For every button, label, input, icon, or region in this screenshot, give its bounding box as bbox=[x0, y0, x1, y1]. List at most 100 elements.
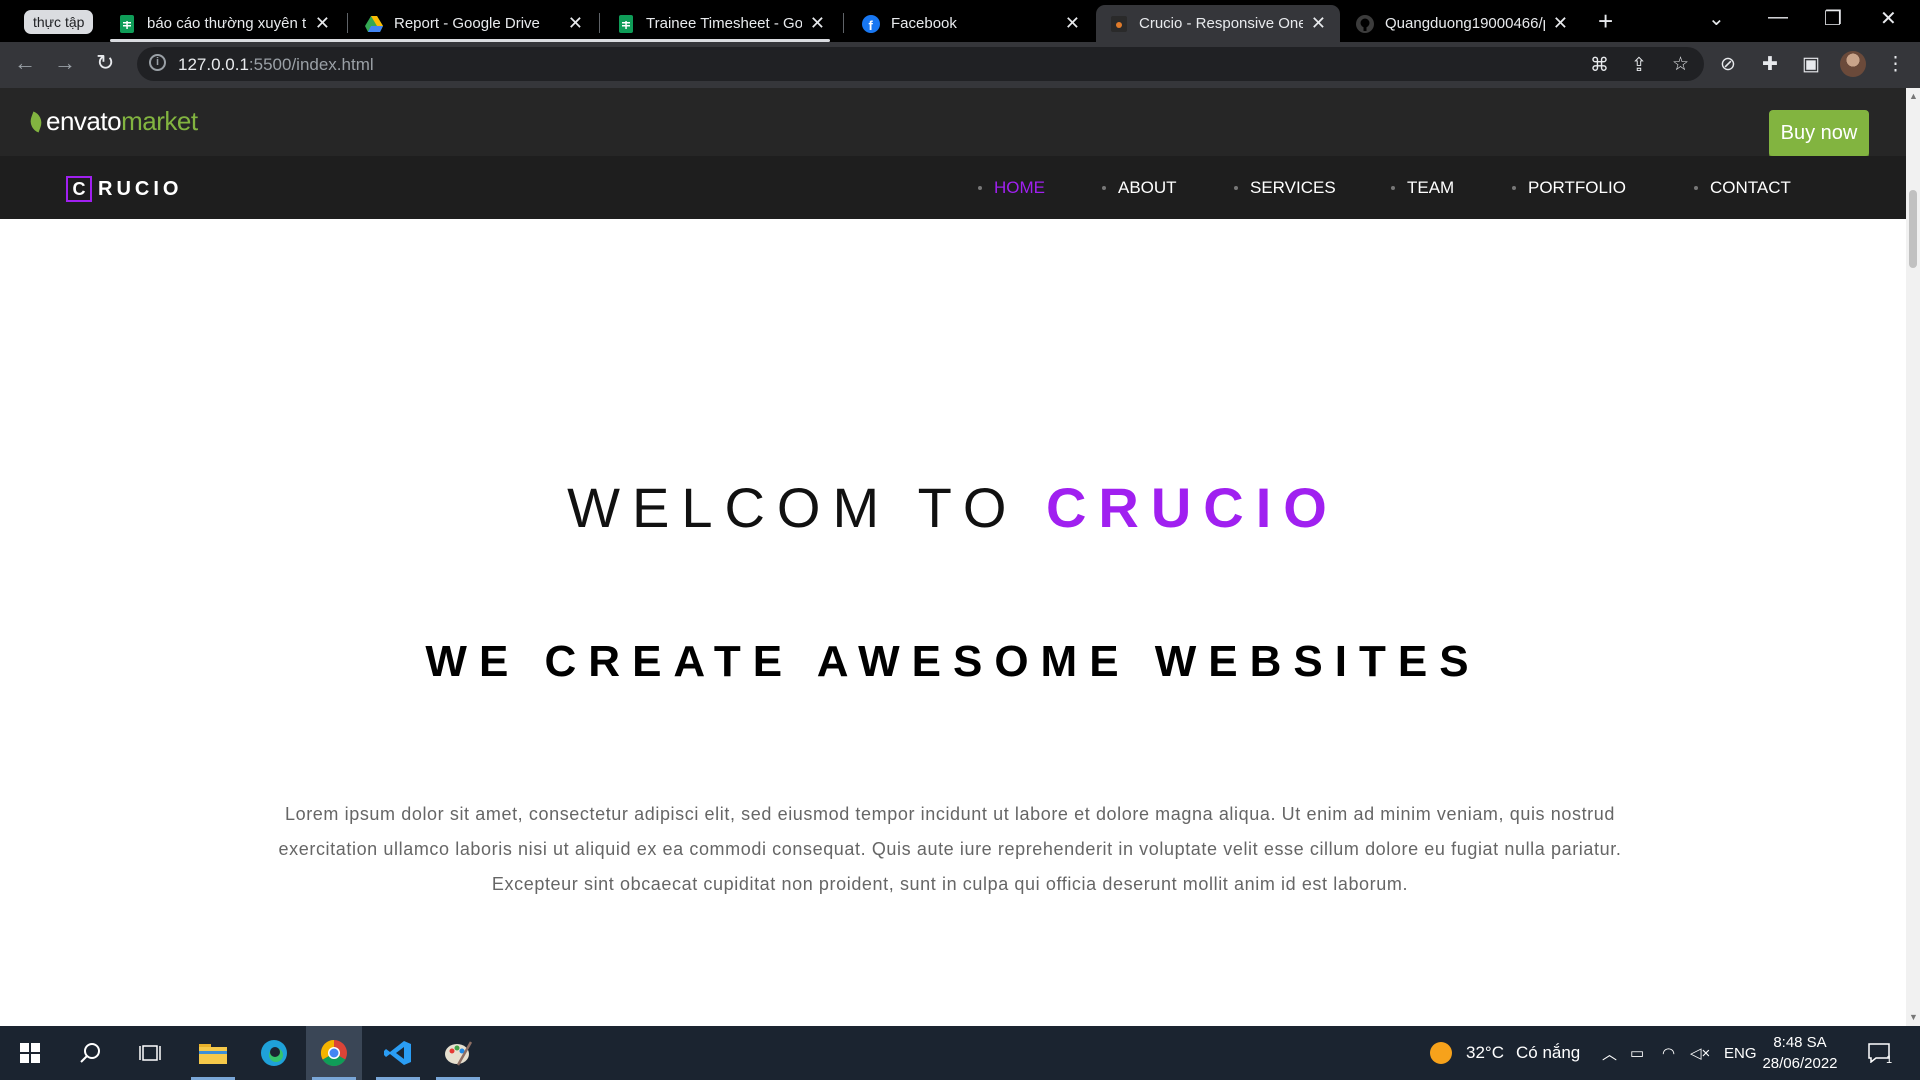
wifi-icon[interactable]: ◠ bbox=[1662, 1026, 1675, 1080]
tab-title: Quangduong19000466/p bbox=[1385, 15, 1545, 32]
profile-avatar[interactable] bbox=[1840, 51, 1866, 77]
brand-name: RUCIO bbox=[98, 177, 183, 200]
clock-time: 8:48 SA bbox=[1773, 1034, 1827, 1051]
drive-icon bbox=[365, 15, 383, 33]
bullet-icon bbox=[1102, 186, 1106, 190]
sun-icon bbox=[1430, 1042, 1452, 1064]
speaker-muted-icon[interactable]: ◁× bbox=[1690, 1026, 1710, 1080]
reload-button[interactable]: ↻ bbox=[96, 50, 114, 76]
close-icon[interactable]: ✕ bbox=[1065, 13, 1080, 34]
tab-bao-cao[interactable]: báo cáo thường xuyên th ✕ bbox=[104, 5, 344, 42]
scroll-down-arrow-icon[interactable]: ▼ bbox=[1909, 1012, 1918, 1022]
translate-icon[interactable]: ⌘ bbox=[1590, 54, 1609, 77]
forward-button[interactable]: → bbox=[54, 50, 76, 76]
chrome-icon[interactable] bbox=[306, 1026, 362, 1080]
close-window-button[interactable]: ✕ bbox=[1880, 6, 1897, 31]
extensions-puzzle-icon[interactable]: ✚ bbox=[1762, 53, 1778, 76]
url-host: 127.0.0.1 bbox=[178, 55, 249, 74]
address-bar[interactable]: i 127.0.0.1:5500/index.html ⌘ ⇪ ☆ bbox=[137, 47, 1704, 81]
compass-extension-icon[interactable]: ⊘ bbox=[1720, 53, 1736, 76]
hero-subheading: WE CREATE AWESOME WEBSITES bbox=[425, 637, 1481, 686]
site-navbar: C RUCIO HOME ABOUT SERVICES TEAM PORTFOL… bbox=[0, 156, 1906, 219]
crucio-icon bbox=[1110, 15, 1128, 33]
notification-center-icon[interactable]: 1 bbox=[1868, 1026, 1892, 1080]
nav-label: CONTACT bbox=[1710, 178, 1791, 197]
close-icon[interactable]: ✕ bbox=[1311, 13, 1326, 34]
sheets-icon bbox=[617, 14, 635, 33]
facebook-icon: f bbox=[862, 14, 880, 33]
tab-search-chevron-icon[interactable]: ⌄ bbox=[1708, 6, 1725, 31]
envato-logo[interactable]: envato market bbox=[27, 106, 198, 137]
tab-separator bbox=[843, 13, 844, 33]
tab-group-label[interactable]: thực tập bbox=[24, 10, 94, 34]
system-clock[interactable]: 8:48 SA 28/06/2022 bbox=[1752, 1032, 1848, 1074]
tab-title: Facebook bbox=[891, 15, 957, 32]
buy-now-button[interactable]: Buy now bbox=[1769, 110, 1869, 156]
bullet-icon bbox=[1234, 186, 1238, 190]
nav-home[interactable]: HOME bbox=[978, 178, 1045, 198]
tab-separator bbox=[347, 13, 348, 33]
url-text[interactable]: 127.0.0.1:5500/index.html bbox=[178, 55, 374, 75]
github-icon bbox=[1356, 14, 1374, 33]
minimize-button[interactable]: — bbox=[1768, 6, 1788, 29]
envato-bar: envato market Buy now bbox=[0, 88, 1906, 156]
envato-leaf-icon bbox=[27, 110, 45, 133]
restore-button[interactable]: ❐ bbox=[1824, 6, 1842, 31]
welcome-accent: CRUCIO bbox=[1045, 476, 1339, 539]
weather-temp: 32°C bbox=[1466, 1043, 1504, 1062]
vscode-icon[interactable] bbox=[370, 1026, 426, 1080]
edge-icon[interactable] bbox=[246, 1026, 302, 1080]
scrollbar-thumb[interactable] bbox=[1909, 190, 1917, 268]
bullet-icon bbox=[1512, 186, 1516, 190]
nav-services[interactable]: SERVICES bbox=[1234, 178, 1336, 198]
nav-contact[interactable]: CONTACT bbox=[1694, 178, 1791, 198]
back-button[interactable]: ← bbox=[14, 50, 36, 76]
tab-github[interactable]: Quangduong19000466/p ✕ bbox=[1342, 5, 1582, 42]
new-tab-button[interactable]: + bbox=[1598, 6, 1613, 37]
tab-crucio[interactable]: Crucio - Responsive One ✕ bbox=[1096, 5, 1340, 42]
windows-start-icon[interactable] bbox=[2, 1026, 58, 1080]
envato-logo-word: envato bbox=[46, 106, 122, 136]
scroll-up-arrow-icon[interactable]: ▲ bbox=[1909, 91, 1918, 101]
nav-label: TEAM bbox=[1407, 178, 1455, 197]
task-view-icon[interactable] bbox=[122, 1026, 178, 1080]
bullet-icon bbox=[978, 186, 982, 190]
show-hidden-icons-chevron-icon[interactable]: ︿ bbox=[1602, 1026, 1617, 1080]
search-icon[interactable] bbox=[62, 1026, 118, 1080]
menu-kebab-icon[interactable]: ⋮ bbox=[1886, 53, 1905, 76]
nav-label: PORTFOLIO bbox=[1528, 178, 1626, 197]
tab-trainee-timesheet[interactable]: Trainee Timesheet - Goo ✕ bbox=[603, 5, 839, 42]
nav-about[interactable]: ABOUT bbox=[1102, 178, 1177, 198]
side-panel-icon[interactable]: ▣ bbox=[1802, 53, 1820, 76]
svg-text:f: f bbox=[869, 18, 874, 33]
tab-report-drive[interactable]: Report - Google Drive ✕ bbox=[351, 5, 597, 42]
close-icon[interactable]: ✕ bbox=[810, 13, 825, 34]
page-scrollbar[interactable]: ▲ ▼ bbox=[1906, 88, 1920, 1026]
close-icon[interactable]: ✕ bbox=[1553, 13, 1568, 34]
share-icon[interactable]: ⇪ bbox=[1631, 54, 1647, 77]
file-explorer-icon[interactable] bbox=[185, 1026, 241, 1080]
weather-widget[interactable]: 32°C Có nắng bbox=[1430, 1026, 1580, 1080]
info-icon[interactable]: i bbox=[149, 54, 166, 71]
nav-team[interactable]: TEAM bbox=[1391, 178, 1454, 198]
bookmark-star-icon[interactable]: ☆ bbox=[1672, 53, 1689, 76]
tab-title: Report - Google Drive bbox=[394, 15, 540, 32]
envato-logo-market: market bbox=[121, 106, 198, 136]
tab-facebook[interactable]: f Facebook ✕ bbox=[848, 5, 1094, 42]
close-icon[interactable]: ✕ bbox=[568, 13, 583, 34]
nav-label: ABOUT bbox=[1118, 178, 1177, 197]
notification-count: 1 bbox=[1886, 1054, 1893, 1066]
browser-toolbar: ← → ↻ i 127.0.0.1:5500/index.html ⌘ ⇪ ☆ … bbox=[0, 42, 1920, 88]
bullet-icon bbox=[1391, 186, 1395, 190]
close-icon[interactable]: ✕ bbox=[315, 13, 330, 34]
tab-separator bbox=[599, 13, 600, 33]
crucio-logo[interactable]: C RUCIO bbox=[66, 176, 182, 202]
paint-icon[interactable] bbox=[430, 1026, 486, 1080]
battery-icon[interactable]: ▭ bbox=[1630, 1026, 1644, 1080]
windows-taskbar: 32°C Có nắng ︿ ▭ ◠ ◁× ENG 8:48 SA 28/06/… bbox=[0, 1026, 1920, 1080]
tab-title: Crucio - Responsive One bbox=[1139, 15, 1303, 32]
sheets-icon bbox=[118, 14, 136, 33]
browser-tab-strip: thực tập báo cáo thường xuyên th ✕ Repor… bbox=[0, 0, 1920, 42]
clock-date: 28/06/2022 bbox=[1762, 1055, 1838, 1072]
nav-portfolio[interactable]: PORTFOLIO bbox=[1512, 178, 1626, 198]
